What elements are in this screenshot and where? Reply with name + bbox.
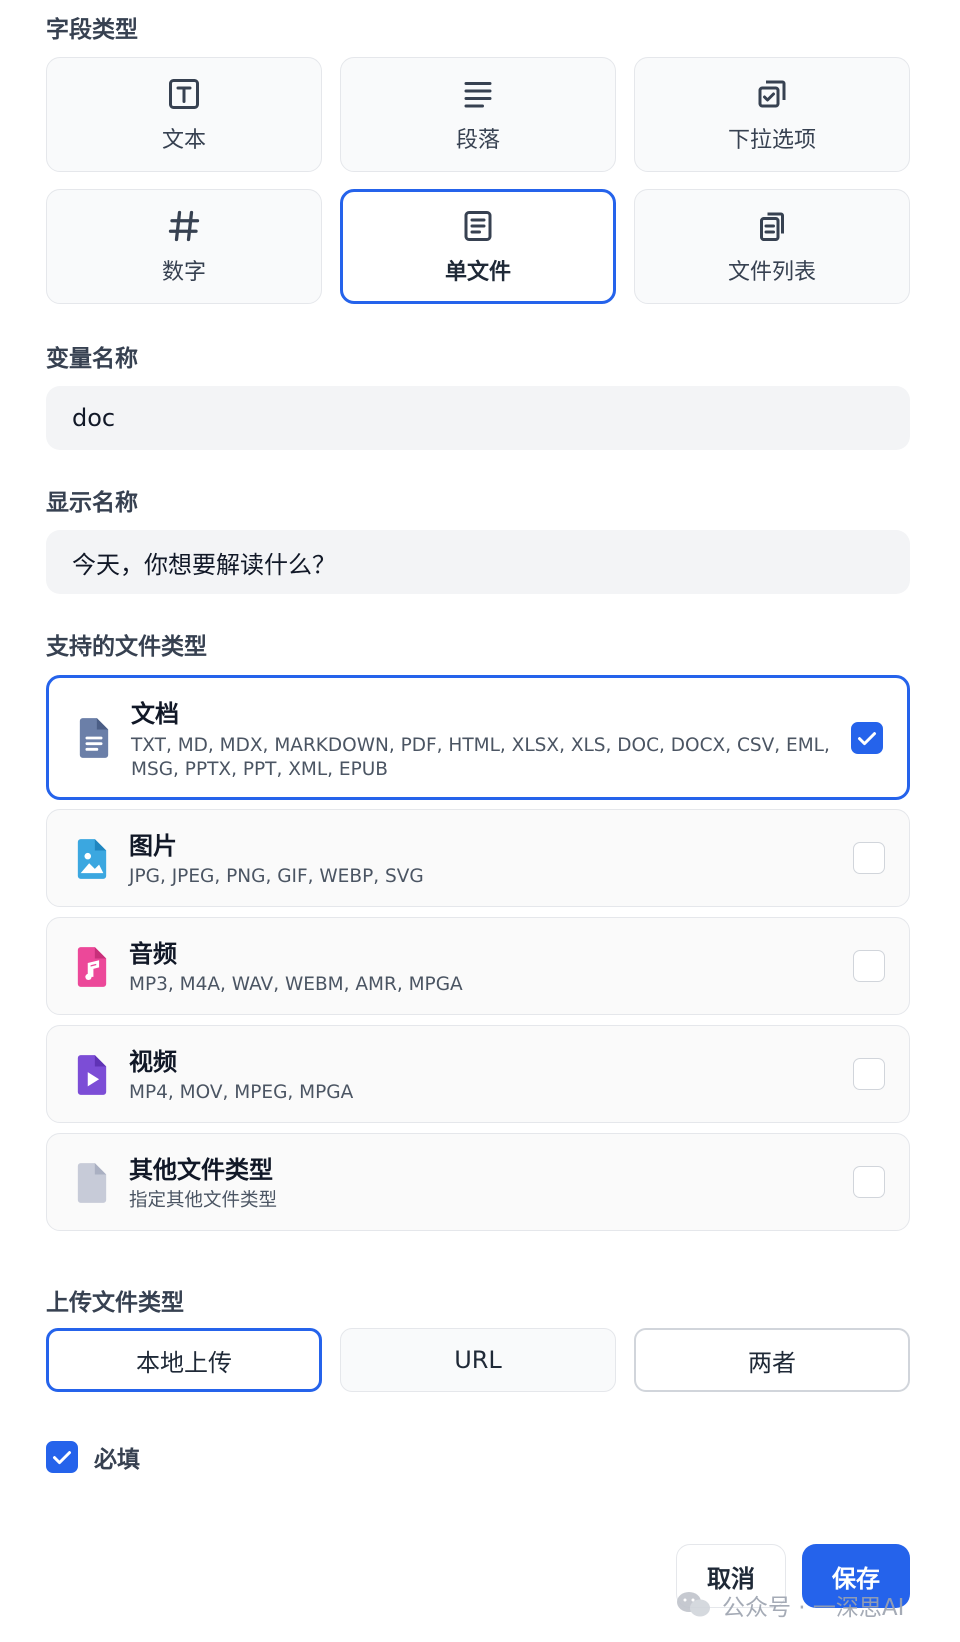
file-type-other[interactable]: 其他文件类型 指定其他文件类型 bbox=[46, 1133, 910, 1231]
video-icon bbox=[77, 1055, 107, 1095]
file-type-extensions: MP4, MOV, MPEG, MPGA bbox=[129, 1082, 354, 1103]
watermark-text: 公众号 · 一深思AI bbox=[722, 1595, 905, 1621]
required-label: 必填 bbox=[94, 1447, 140, 1473]
file-type-extensions: JPG, JPEG, PNG, GIF, WEBP, SVG bbox=[129, 866, 424, 887]
document-checkbox[interactable] bbox=[851, 722, 883, 754]
document-icon bbox=[79, 718, 109, 758]
upload-both-button[interactable]: 两者 bbox=[634, 1328, 910, 1392]
field-type-label: 单文件 bbox=[444, 259, 511, 285]
upload-type-heading: 上传文件类型 bbox=[46, 1290, 184, 1316]
file-type-title: 其他文件类型 bbox=[129, 1156, 273, 1184]
single-file-icon bbox=[464, 210, 492, 241]
required-row: 必填 bbox=[46, 1440, 140, 1474]
file-type-audio[interactable]: 音频 MP3, M4A, WAV, WEBM, AMR, MPGA bbox=[46, 917, 910, 1015]
field-type-paragraph[interactable]: 段落 bbox=[340, 57, 616, 172]
field-type-label: 下拉选项 bbox=[727, 127, 816, 153]
file-type-document[interactable]: 文档 TXT, MD, MDX, MARKDOWN, PDF, HTML, XL… bbox=[46, 675, 910, 800]
text-box-icon bbox=[169, 78, 199, 109]
audio-checkbox[interactable] bbox=[853, 950, 885, 982]
image-icon bbox=[77, 839, 107, 879]
hash-icon bbox=[168, 210, 200, 241]
video-checkbox[interactable] bbox=[853, 1058, 885, 1090]
file-type-extensions: 指定其他文件类型 bbox=[129, 1190, 278, 1211]
field-type-label: 文本 bbox=[161, 127, 206, 153]
required-checkbox[interactable] bbox=[46, 1441, 78, 1473]
display-name-input[interactable]: 今天，你想要解读什么？ bbox=[46, 530, 910, 594]
variable-name-input[interactable]: doc bbox=[46, 386, 910, 450]
file-type-title: 图片 bbox=[129, 832, 177, 860]
file-list-icon bbox=[760, 212, 784, 241]
field-type-heading: 字段类型 bbox=[46, 17, 138, 43]
watermark: 公众号 · 一深思AI bbox=[676, 1588, 904, 1622]
field-type-single-file[interactable]: 单文件 bbox=[340, 189, 616, 304]
field-type-file-list[interactable]: 文件列表 bbox=[634, 189, 910, 304]
file-type-extensions: MP3, M4A, WAV, WEBM, AMR, MPGA bbox=[129, 974, 463, 995]
audio-icon bbox=[77, 947, 107, 987]
check-icon bbox=[53, 1451, 71, 1465]
field-type-label: 数字 bbox=[161, 259, 206, 285]
wechat-icon bbox=[677, 1592, 710, 1617]
other-checkbox[interactable] bbox=[853, 1166, 885, 1198]
image-checkbox[interactable] bbox=[853, 842, 885, 874]
field-type-dropdown[interactable]: 下拉选项 bbox=[634, 57, 910, 172]
check-icon bbox=[858, 732, 876, 746]
upload-url-button[interactable]: URL bbox=[340, 1328, 616, 1392]
file-type-title: 视频 bbox=[129, 1048, 177, 1076]
dropdown-check-icon bbox=[758, 80, 786, 107]
variable-name-heading: 变量名称 bbox=[46, 346, 138, 372]
file-type-image[interactable]: 图片 JPG, JPEG, PNG, GIF, WEBP, SVG bbox=[46, 809, 910, 907]
paragraph-lines-icon bbox=[464, 81, 492, 107]
file-type-title: 文档 bbox=[131, 700, 179, 728]
file-type-extensions: TXT, MD, MDX, MARKDOWN, PDF, HTML, XLSX,… bbox=[131, 735, 830, 780]
other-file-icon bbox=[77, 1163, 107, 1203]
upload-local-button[interactable]: 本地上传 bbox=[46, 1328, 322, 1392]
field-type-label: 段落 bbox=[455, 127, 500, 153]
supported-file-types-heading: 支持的文件类型 bbox=[46, 634, 207, 660]
display-name-heading: 显示名称 bbox=[46, 490, 138, 516]
field-type-text[interactable]: 文本 bbox=[46, 57, 322, 172]
field-type-label: 文件列表 bbox=[727, 259, 816, 285]
field-type-number[interactable]: 数字 bbox=[46, 189, 322, 304]
file-type-video[interactable]: 视频 MP4, MOV, MPEG, MPGA bbox=[46, 1025, 910, 1123]
file-type-title: 音频 bbox=[129, 940, 177, 968]
